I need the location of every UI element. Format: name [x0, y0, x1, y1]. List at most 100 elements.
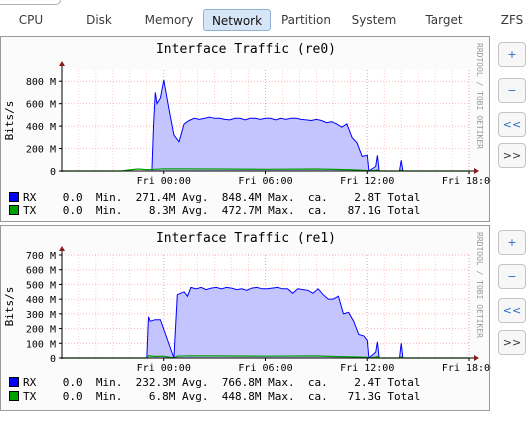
forward-button-re1[interactable]: >>	[498, 330, 526, 355]
tx-swatch	[9, 205, 19, 215]
legend-min-label: Min.	[95, 204, 123, 217]
zoom-in-icon: +	[507, 236, 517, 249]
legend-avg-label: Avg.	[182, 204, 209, 217]
legend-tx-name: TX	[23, 390, 37, 403]
graph-panel-re0: Interface Traffic (re0) 0 200 M 400 M 600 M…	[0, 36, 491, 222]
y-axis-arrow	[59, 246, 65, 251]
forward-button-re0[interactable]: >>	[498, 143, 526, 168]
legend-rx-name: RX	[23, 376, 37, 389]
legend-max-label: Max.	[268, 376, 295, 389]
tab-network[interactable]: Network	[203, 9, 271, 31]
tab-zfs[interactable]: ZFS	[486, 9, 531, 31]
back-label: <<	[502, 304, 522, 317]
legend-tx: TX 0.0 Min. 6.8M Avg. 448.8M Max. ca. 71…	[9, 390, 421, 403]
y-tick-label: 0	[50, 167, 56, 178]
legend-tx: TX 0.0 Min. 8.3M Avg. 472.7M Max. ca. 87…	[9, 204, 421, 217]
legend-rx: RX 0.0 Min. 271.4M Avg. 848.4M Max. ca. …	[9, 191, 421, 204]
y-tick-label: 300 M	[26, 310, 56, 321]
legend-avg-label: Avg.	[182, 191, 209, 204]
legend-min-label: Min.	[95, 191, 123, 204]
zoom-out-icon: −	[507, 84, 517, 97]
legend-tx-name: TX	[23, 204, 37, 217]
back-button-re0[interactable]: <<	[498, 112, 526, 137]
legend-max-label: Max.	[268, 204, 295, 217]
tab-system[interactable]: System	[343, 9, 405, 31]
zoom-in-button-re1[interactable]: +	[498, 230, 526, 255]
y-axis-label: Bits/s	[3, 287, 16, 327]
legend-tx-total: 87.1G	[347, 204, 381, 217]
legend-rx: RX 0.0 Min. 232.3M Avg. 766.8M Max. ca. …	[9, 376, 421, 389]
forward-label: >>	[502, 149, 522, 162]
rx-swatch	[9, 192, 19, 202]
y-axis-label: Bits/s	[3, 101, 16, 141]
legend-rx-max: ca.	[307, 191, 328, 204]
back-button-re1[interactable]: <<	[498, 298, 526, 323]
y-tick-label: 200 M	[26, 325, 56, 336]
x-tick-label: Fri 12:00	[340, 176, 394, 187]
tx-swatch	[9, 391, 19, 401]
legend-rx-min: 232.3M	[135, 376, 176, 389]
tab-memory[interactable]: Memory	[136, 9, 202, 31]
rrdtool-credit: RRDTOOL / TOBI OETIKER	[475, 43, 484, 149]
tab-bar: CPU Disk Memory Network Partition System…	[0, 9, 531, 31]
tab-cpu[interactable]: CPU	[0, 9, 62, 31]
zoom-in-icon: +	[507, 48, 517, 61]
y-tick-label: 600 M	[26, 266, 56, 277]
legend-max-label: Max.	[268, 191, 295, 204]
y-tick-label: 700 M	[26, 251, 56, 262]
zoom-in-button-re0[interactable]: +	[498, 42, 526, 67]
x-tick-label: Fri 06:00	[238, 363, 292, 374]
legend-avg-label: Avg.	[182, 390, 209, 403]
legend-rx-name: RX	[23, 191, 37, 204]
legend-total-label: Total	[387, 390, 421, 403]
legend-total-label: Total	[387, 376, 421, 389]
legend-tx-current: 0.0	[62, 390, 83, 403]
legend-total-label: Total	[387, 191, 421, 204]
y-tick-label: 800 M	[26, 77, 56, 88]
zoom-out-icon: −	[507, 270, 517, 283]
legend-rx-max: ca.	[307, 376, 328, 389]
legend-tx-min: 6.8M	[148, 390, 176, 403]
legend-tx-avg: 448.8M	[221, 390, 262, 403]
x-tick-label: Fri 00:00	[137, 176, 191, 187]
graph-panel-re1: Interface Traffic (re1) 0 100 M 200 M 300 M…	[0, 225, 491, 411]
legend-max-label: Max.	[268, 390, 295, 403]
tab-disk[interactable]: Disk	[68, 9, 130, 31]
y-tick-label: 200 M	[26, 145, 56, 156]
rrdtool-credit: RRDTOOL / TOBI OETIKER	[475, 232, 484, 338]
zoom-out-button-re0[interactable]: −	[498, 78, 526, 103]
y-tick-label: 100 M	[26, 339, 56, 350]
legend-tx-max: ca.	[307, 390, 328, 403]
x-tick-label: Fri 12:00	[340, 363, 394, 374]
legend-rx-avg: 848.4M	[221, 191, 262, 204]
legend-rx-current: 0.0	[62, 191, 83, 204]
zoom-out-button-re1[interactable]: −	[498, 264, 526, 289]
legend-tx-max: ca.	[307, 204, 328, 217]
y-tick-label: 400 M	[26, 295, 56, 306]
x-tick-label: Fri 00:00	[137, 363, 191, 374]
y-axis-arrow	[59, 61, 65, 66]
legend-rx-total: 2.4T	[354, 376, 381, 389]
legend-tx-avg: 472.7M	[221, 204, 262, 217]
legend-tx-min: 8.3M	[148, 204, 176, 217]
legend-rx-current: 0.0	[62, 376, 83, 389]
legend-tx-total: 71.3G	[347, 390, 381, 403]
rx-swatch	[9, 377, 19, 387]
legend-avg-label: Avg.	[182, 376, 209, 389]
legend-rx-min: 271.4M	[135, 191, 176, 204]
legend-total-label: Total	[387, 204, 421, 217]
y-tick-label: 400 M	[26, 122, 56, 133]
legend-min-label: Min.	[95, 376, 123, 389]
x-tick-label: Fri 06:00	[238, 176, 292, 187]
back-label: <<	[502, 118, 522, 131]
y-tick-label: 600 M	[26, 100, 56, 111]
top-border	[0, 0, 61, 5]
legend-rx-total: 2.8T	[354, 191, 381, 204]
tab-partition[interactable]: Partition	[274, 9, 338, 31]
forward-label: >>	[502, 336, 522, 349]
legend-min-label: Min.	[95, 390, 123, 403]
legend-tx-current: 0.0	[62, 204, 83, 217]
legend-rx-avg: 766.8M	[221, 376, 262, 389]
y-tick-label: 500 M	[26, 280, 56, 291]
tab-target[interactable]: Target	[412, 9, 476, 31]
